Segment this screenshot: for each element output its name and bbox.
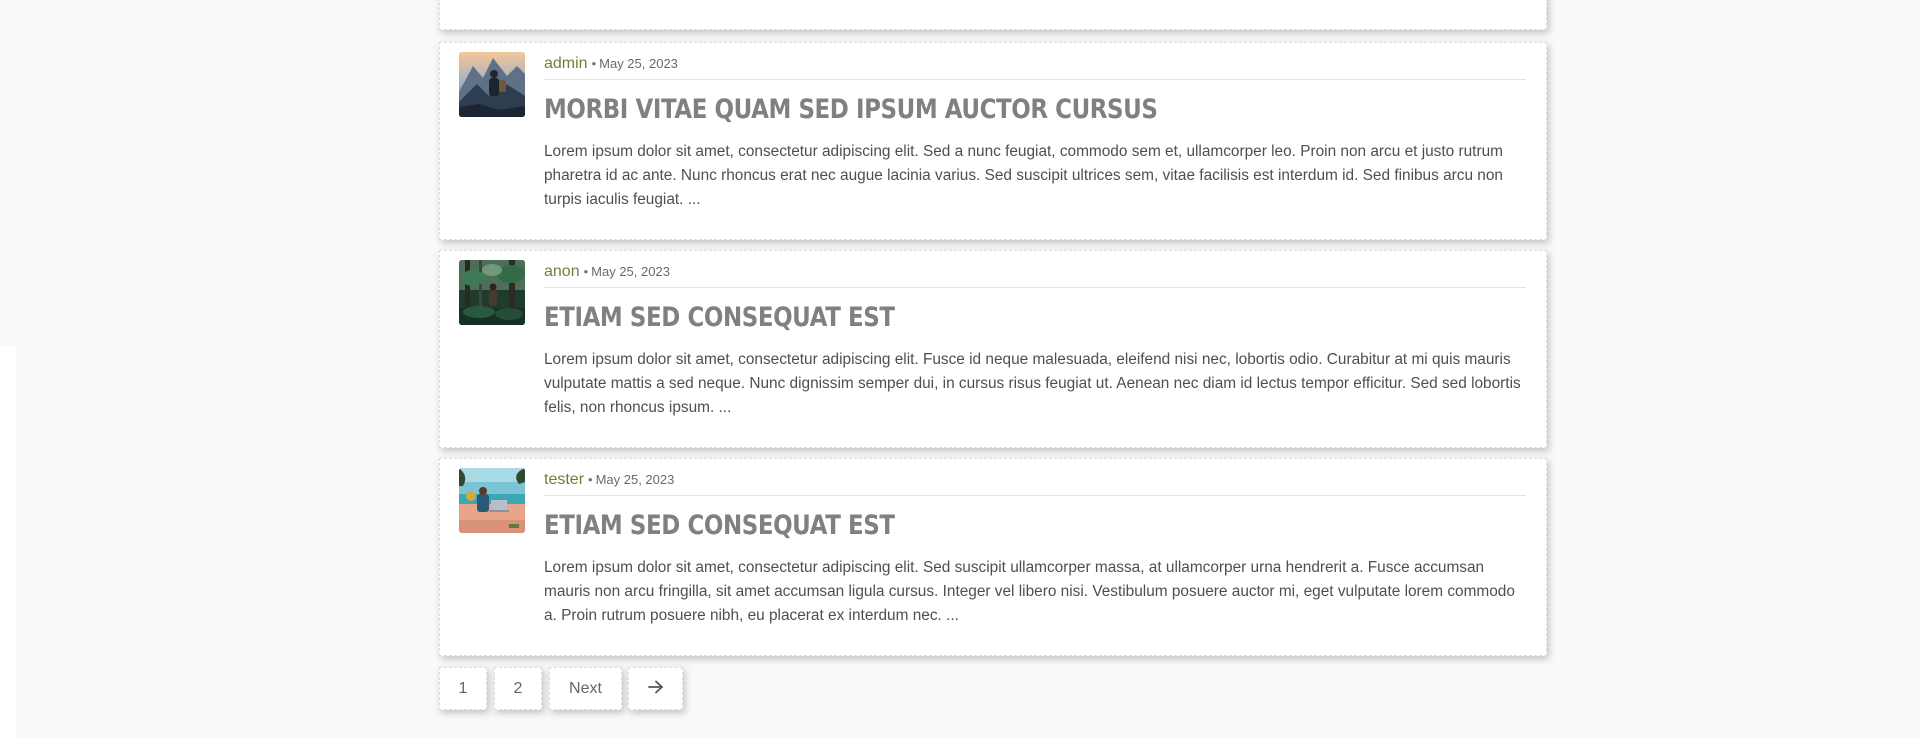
post-thumbnail[interactable] bbox=[459, 52, 525, 117]
post-card: admin • May 25, 2023 Morbi vitae quam sed … bbox=[439, 42, 1547, 240]
post-excerpt: Lorem ipsum dolor sit amet, consectetur … bbox=[544, 143, 1503, 208]
meta-separator: • bbox=[583, 264, 589, 279]
jungle-figure-image bbox=[459, 260, 525, 325]
beach-laptop-image bbox=[459, 468, 525, 533]
post-date: May 25, 2023 bbox=[599, 56, 678, 71]
next-arrow-button[interactable] bbox=[628, 667, 683, 710]
post-date: May 25, 2023 bbox=[591, 264, 670, 279]
author-link[interactable]: anon bbox=[544, 263, 580, 280]
mountain-hiker-image bbox=[459, 52, 525, 117]
post-title[interactable]: Etiam sed consequat est bbox=[544, 509, 895, 543]
arrow-right-icon bbox=[647, 680, 664, 697]
left-gutter bbox=[0, 0, 16, 345]
post-title[interactable]: Etiam sed consequat est bbox=[544, 301, 895, 335]
author-link[interactable]: tester bbox=[544, 471, 584, 488]
author-link[interactable]: admin bbox=[544, 55, 588, 72]
post-meta: admin • May 25, 2023 bbox=[544, 53, 1526, 80]
post-date: May 25, 2023 bbox=[595, 472, 675, 487]
page-1-button[interactable]: 1 bbox=[439, 667, 487, 710]
post-card: anon • May 25, 2023 Etiam sed consequat es… bbox=[439, 250, 1547, 448]
meta-separator: • bbox=[591, 56, 597, 71]
post-card: tester • May 25, 2023 Etiam sed consequat … bbox=[439, 458, 1547, 656]
page-2-button[interactable]: 2 bbox=[494, 667, 542, 710]
previous-post-card bbox=[439, 0, 1547, 30]
post-title[interactable]: Morbi vitae quam sed ipsum auctor cursus bbox=[544, 93, 1158, 127]
post-thumbnail[interactable] bbox=[459, 468, 525, 533]
post-meta: tester • May 25, 2023 bbox=[544, 469, 1526, 496]
meta-separator: • bbox=[588, 472, 593, 487]
post-excerpt: Lorem ipsum dolor sit amet, consectetur … bbox=[544, 351, 1521, 416]
post-meta: anon • May 25, 2023 bbox=[544, 261, 1526, 288]
next-button[interactable]: Next bbox=[549, 667, 622, 710]
post-thumbnail[interactable] bbox=[459, 260, 525, 325]
post-excerpt: Lorem ipsum dolor sit amet, consectetur … bbox=[544, 559, 1515, 624]
